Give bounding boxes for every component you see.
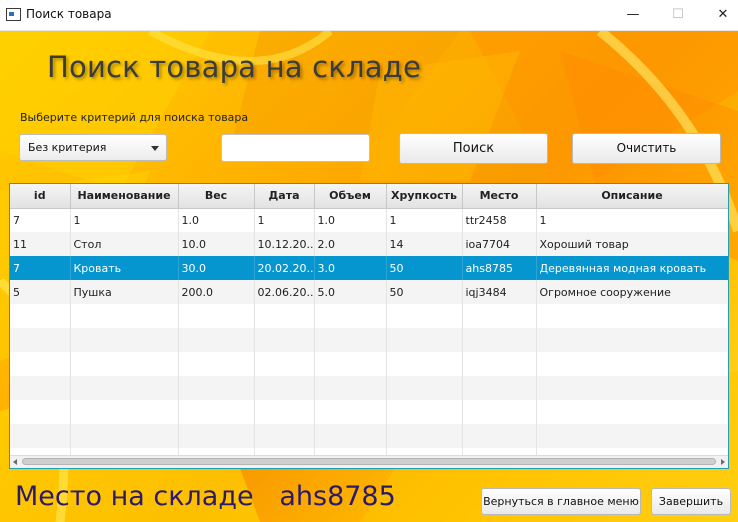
scroll-left-icon[interactable] <box>13 459 17 465</box>
cell-weight: 200.0 <box>178 280 255 304</box>
cell-weight: 1.0 <box>178 208 255 232</box>
cell-id: 7 <box>10 256 71 280</box>
scroll-right-icon[interactable] <box>721 459 725 465</box>
minimize-icon[interactable]: — <box>610 0 656 30</box>
table-row[interactable]: 7 1 1.0 1 1.0 1 ttr2458 1 <box>10 208 728 232</box>
cell-place: ioa7704 <box>462 232 537 256</box>
column-header-name[interactable]: Наименование <box>70 184 179 209</box>
cell-fragility: 50 <box>386 256 463 280</box>
cell-volume: 2.0 <box>314 232 387 256</box>
cell-description: 1 <box>536 208 728 232</box>
cell-id: 5 <box>10 280 71 304</box>
search-button[interactable]: Поиск <box>399 133 548 164</box>
cell-name: Стол <box>70 232 179 256</box>
back-to-main-menu-button[interactable]: Вернуться в главное меню <box>481 488 641 515</box>
cell-fragility: 14 <box>386 232 463 256</box>
criteria-select-value: Без критерия <box>28 141 107 154</box>
cell-name: Пушка <box>70 280 179 304</box>
column-header-fragility[interactable]: Хрупкость <box>386 184 463 209</box>
cell-place: ahs8785 <box>462 256 537 280</box>
column-header-place[interactable]: Место <box>462 184 537 209</box>
cell-volume: 5.0 <box>314 280 387 304</box>
cell-fragility: 1 <box>386 208 463 232</box>
cell-fragility: 50 <box>386 280 463 304</box>
horizontal-scrollbar[interactable] <box>10 455 728 468</box>
results-table[interactable]: id Наименование Вес Дата Объем Хрупкость… <box>9 183 729 469</box>
cell-id: 7 <box>10 208 71 232</box>
criteria-label: Выберите критерий для поиска товара <box>20 111 249 124</box>
table-row[interactable]: 11 Стол 10.0 10.12.20... 2.0 14 ioa7704 … <box>10 232 728 256</box>
column-header-description[interactable]: Описание <box>536 184 728 209</box>
cell-date: 02.06.20... <box>254 280 315 304</box>
chevron-down-icon <box>151 146 159 151</box>
cell-place: ttr2458 <box>462 208 537 232</box>
column-header-volume[interactable]: Объем <box>314 184 387 209</box>
cell-date: 10.12.20... <box>254 232 315 256</box>
cell-id: 11 <box>10 232 71 256</box>
empty-row <box>10 424 728 448</box>
empty-row <box>10 304 728 328</box>
column-header-id[interactable]: id <box>10 184 71 209</box>
table-row-selected[interactable]: 7 Кровать 30.0 20.02.20... 3.0 50 ahs878… <box>10 256 728 280</box>
page-title: Поиск товара на складе <box>47 50 421 84</box>
cell-description: Хороший товар <box>536 232 728 256</box>
criteria-select[interactable]: Без критерия <box>19 134 167 161</box>
cell-date: 1 <box>254 208 315 232</box>
cell-name: Кровать <box>70 256 179 280</box>
empty-row <box>10 376 728 400</box>
empty-row <box>10 352 728 376</box>
cell-name: 1 <box>70 208 179 232</box>
cell-weight: 10.0 <box>178 232 255 256</box>
close-icon[interactable]: ✕ <box>700 0 738 30</box>
maximize-icon[interactable]: ☐ <box>655 0 701 30</box>
table-row[interactable]: 5 Пушка 200.0 02.06.20... 5.0 50 iqj3484… <box>10 280 728 304</box>
results-grid: id Наименование Вес Дата Объем Хрупкость… <box>10 184 728 468</box>
empty-row <box>10 328 728 352</box>
finish-button[interactable]: Завершить <box>651 488 731 515</box>
app-icon <box>6 8 21 21</box>
cell-weight: 30.0 <box>178 256 255 280</box>
cell-date: 20.02.20... <box>254 256 315 280</box>
window-titlebar: Поиск товара — ☐ ✕ <box>0 0 738 31</box>
search-input[interactable] <box>221 134 370 162</box>
column-header-weight[interactable]: Вес <box>178 184 255 209</box>
storage-place-label: Место на складе ahs8785 <box>15 481 396 512</box>
clear-button[interactable]: Очистить <box>572 133 721 164</box>
empty-row <box>10 400 728 424</box>
cell-description: Деревянная модная кровать <box>536 256 728 280</box>
cell-description: Огромное сооружение <box>536 280 728 304</box>
cell-volume: 1.0 <box>314 208 387 232</box>
column-header-date[interactable]: Дата <box>254 184 315 209</box>
cell-volume: 3.0 <box>314 256 387 280</box>
cell-place: iqj3484 <box>462 280 537 304</box>
scrollbar-thumb[interactable] <box>22 458 716 465</box>
table-header-row: id Наименование Вес Дата Объем Хрупкость… <box>10 184 728 209</box>
window-title: Поиск товара <box>26 7 112 21</box>
